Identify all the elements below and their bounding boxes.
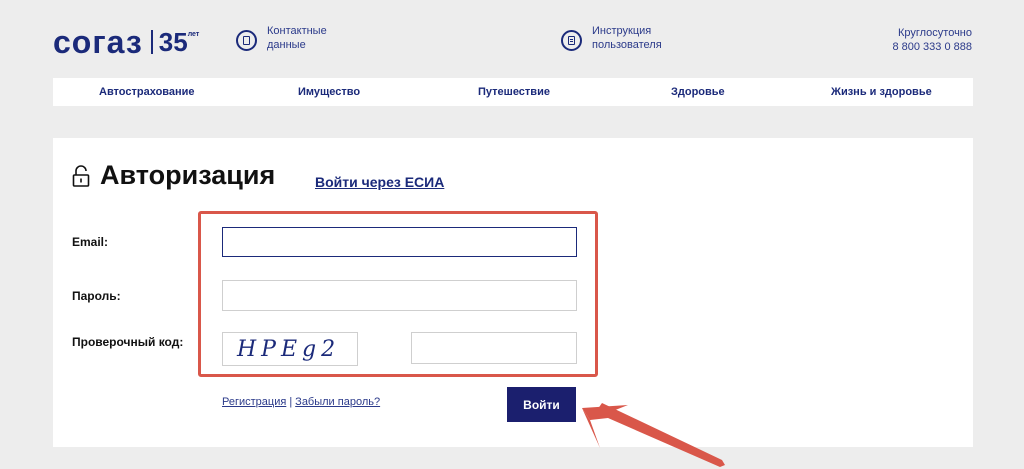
login-card: Авторизация Войти через ЕСИА Email: Паро… [53, 138, 973, 447]
logo-anniversary-suffix: лет [187, 31, 200, 38]
page-title: Авторизация [100, 160, 276, 190]
password-label: Пароль: [72, 289, 121, 303]
email-input[interactable] [222, 227, 577, 257]
password-input[interactable] [222, 280, 577, 311]
nav-item-health[interactable]: Здоровье [671, 78, 725, 106]
user-instructions-link[interactable]: Инструкция пользователя [561, 24, 662, 52]
instructions-label-line1: Инструкция [592, 25, 652, 37]
unlock-icon [72, 164, 90, 187]
email-label: Email: [72, 235, 109, 249]
captcha-label: Проверочный код: [72, 335, 184, 349]
contacts-label-line1: Контактные [267, 25, 327, 37]
instructions-label: Инструкция пользователя [592, 24, 662, 52]
auth-links: Регистрация | Забыли пароль? [222, 396, 380, 408]
support-number[interactable]: 8 800 333 0 888 [892, 40, 972, 54]
esia-login-link[interactable]: Войти через ЕСИА [315, 174, 444, 190]
phone-icon [236, 30, 257, 51]
support-hours: Круглосуточно [897, 27, 972, 39]
support-phone: Круглосуточно 8 800 333 0 888 [892, 26, 972, 54]
captcha-image: HPEg2 [222, 332, 358, 366]
pointer-arrow-icon [582, 403, 725, 467]
nav-item-travel[interactable]: Путешествие [478, 78, 550, 106]
logo-anniversary-number: 35 [158, 27, 188, 57]
login-button[interactable]: Войти [507, 387, 576, 422]
logo-divider [150, 30, 153, 54]
nav-item-auto[interactable]: Автострахование [99, 78, 195, 106]
logo-text: согаз [53, 24, 143, 60]
nav-item-life-health[interactable]: Жизнь и здоровье [831, 78, 932, 106]
nav-item-property[interactable]: Имущество [298, 78, 360, 106]
header: согаз 35 лет Контактные данные Инструкци… [0, 0, 1024, 78]
links-separator: | [289, 396, 293, 408]
contacts-link[interactable]: Контактные данные [236, 24, 327, 52]
sogaz-logo[interactable]: согаз 35 лет [53, 25, 199, 59]
document-icon [561, 30, 582, 51]
contacts-label-line2: данные [267, 39, 306, 51]
register-link[interactable]: Регистрация [222, 396, 286, 408]
instructions-label-line2: пользователя [592, 39, 662, 51]
forgot-password-link[interactable]: Забыли пароль? [295, 396, 380, 408]
captcha-input[interactable] [411, 332, 577, 364]
contacts-label: Контактные данные [267, 24, 327, 52]
main-nav: Автострахование Имущество Путешествие Зд… [53, 78, 973, 106]
auth-title-row: Авторизация [72, 160, 275, 191]
logo-anniversary: 35 лет [159, 29, 200, 55]
